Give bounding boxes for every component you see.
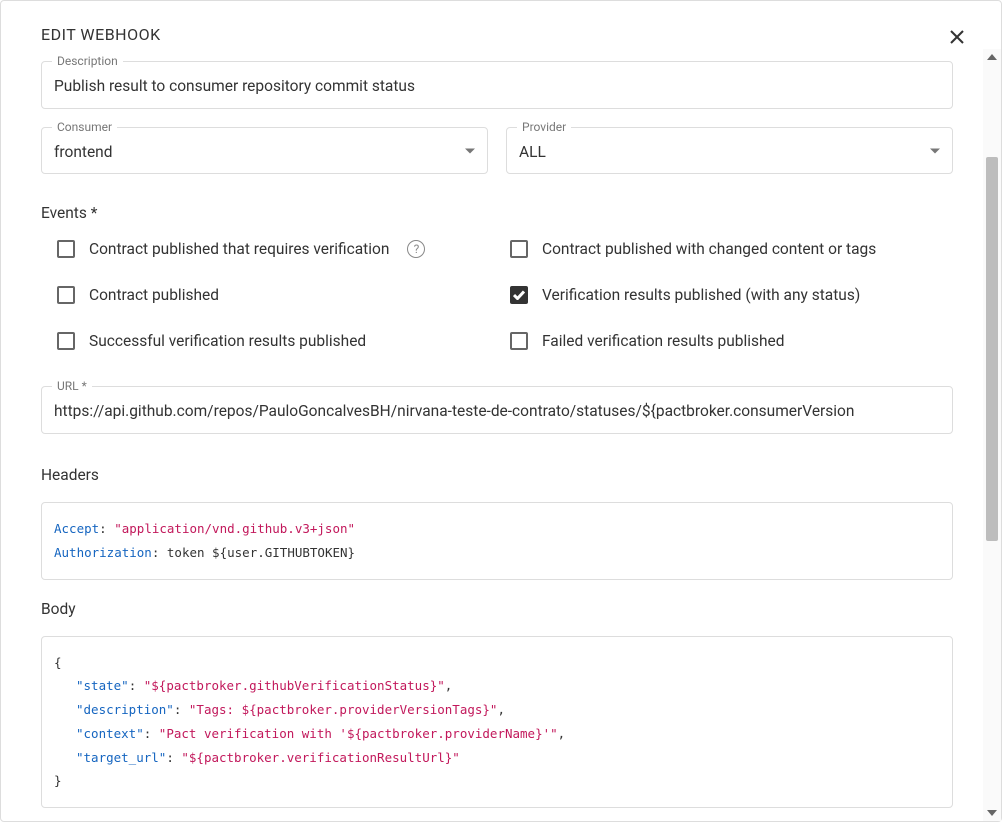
chevron-down-icon xyxy=(930,148,940,153)
event-item: Verification results published (with any… xyxy=(510,286,953,304)
event-item: Failed verification results published xyxy=(510,332,953,350)
event-item: Contract published that requires verific… xyxy=(57,240,500,258)
event-label: Successful verification results publishe… xyxy=(89,332,366,350)
url-label: URL * xyxy=(52,379,92,393)
body-section-label: Body xyxy=(41,600,953,618)
chevron-down-icon xyxy=(465,148,475,153)
edit-webhook-modal: EDIT WEBHOOK Description Publish result … xyxy=(0,0,1002,822)
event-checkbox[interactable] xyxy=(57,332,75,350)
close-icon xyxy=(949,29,965,45)
consumer-select[interactable]: Consumer frontend xyxy=(41,127,488,175)
help-icon[interactable]: ? xyxy=(407,240,425,258)
url-value: https://api.github.com/repos/PauloGoncal… xyxy=(54,401,940,423)
event-item: Successful verification results publishe… xyxy=(57,332,500,350)
scroll-up-button[interactable] xyxy=(983,49,1001,65)
description-label: Description xyxy=(52,54,123,68)
event-label: Failed verification results published xyxy=(542,332,785,350)
caret-down-icon xyxy=(987,810,997,816)
provider-label: Provider xyxy=(517,120,571,134)
events-grid: Contract published that requires verific… xyxy=(57,240,953,350)
event-checkbox[interactable] xyxy=(510,332,528,350)
body-code[interactable]: { "state": "${pactbroker.githubVerificat… xyxy=(41,636,953,809)
events-section-label: Events * xyxy=(41,204,953,222)
caret-up-icon xyxy=(987,54,997,60)
event-item: Contract published xyxy=(57,286,500,304)
event-item: Contract published with changed content … xyxy=(510,240,953,258)
modal-header: EDIT WEBHOOK xyxy=(1,1,1001,49)
provider-value: ALL xyxy=(519,142,940,164)
scroll-thumb[interactable] xyxy=(986,157,998,541)
checkmark-icon xyxy=(513,290,525,300)
headers-section-label: Headers xyxy=(41,466,953,484)
modal-title: EDIT WEBHOOK xyxy=(41,25,161,44)
provider-select[interactable]: Provider ALL xyxy=(506,127,953,175)
event-label: Contract published that requires verific… xyxy=(89,240,389,258)
event-checkbox[interactable] xyxy=(57,286,75,304)
event-checkbox[interactable] xyxy=(510,240,528,258)
consumer-label: Consumer xyxy=(52,120,117,134)
event-label: Verification results published (with any… xyxy=(542,286,860,304)
close-button[interactable] xyxy=(945,25,969,49)
scroll-down-button[interactable] xyxy=(983,805,1001,821)
event-checkbox[interactable] xyxy=(510,286,528,304)
description-value: Publish result to consumer repository co… xyxy=(54,76,940,98)
headers-code[interactable]: Accept: "application/vnd.github.v3+json"… xyxy=(41,502,953,580)
event-label: Contract published xyxy=(89,286,219,304)
description-field[interactable]: Description Publish result to consumer r… xyxy=(41,61,953,109)
scrollbar[interactable] xyxy=(983,49,1001,821)
event-label: Contract published with changed content … xyxy=(542,240,876,258)
url-field[interactable]: URL * https://api.github.com/repos/Paulo… xyxy=(41,386,953,434)
modal-content: Description Publish result to consumer r… xyxy=(1,49,983,821)
consumer-value: frontend xyxy=(54,142,475,164)
event-checkbox[interactable] xyxy=(57,240,75,258)
